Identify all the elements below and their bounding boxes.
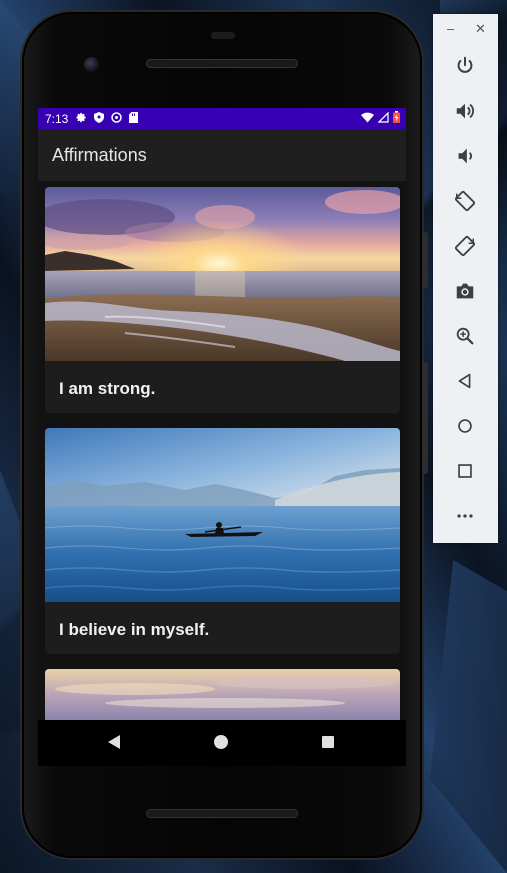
device-screen: 7:13 Affirmations I am strong. I believe…	[38, 108, 406, 720]
affirmation-text: I am strong.	[59, 379, 156, 398]
affirmation-card[interactable]: I am strong.	[45, 187, 400, 413]
navigation-bar	[38, 720, 406, 766]
cell-signal-icon	[377, 110, 389, 126]
status-icons-right	[361, 110, 400, 126]
affirmation-text: I believe in myself.	[59, 620, 210, 639]
wifi-icon	[361, 112, 374, 126]
front-camera	[84, 57, 99, 72]
volume-down-icon[interactable]	[449, 140, 481, 172]
zoom-icon[interactable]	[449, 320, 481, 352]
rotate-left-icon[interactable]	[449, 185, 481, 217]
back-icon[interactable]	[449, 365, 481, 397]
home-icon[interactable]	[449, 410, 481, 442]
sensor-slot	[211, 32, 235, 39]
lake-kayak-image	[45, 428, 400, 602]
earpiece-speaker	[146, 59, 298, 68]
at-sign-icon	[111, 111, 123, 126]
affirmation-card[interactable]	[45, 669, 400, 720]
affirmation-card[interactable]: I believe in myself.	[45, 428, 400, 654]
rotate-right-icon[interactable]	[449, 230, 481, 262]
power-side-button	[422, 232, 428, 288]
recents-icon[interactable]	[322, 736, 334, 748]
home-icon[interactable]	[214, 735, 228, 749]
sd-card-icon	[129, 111, 139, 126]
bottom-speaker	[146, 809, 298, 818]
minimize-icon[interactable]: –	[447, 22, 454, 35]
power-icon[interactable]	[449, 50, 481, 82]
cloudy-sky-image	[45, 669, 400, 720]
sunset-beach-image	[45, 187, 400, 361]
battery-icon	[393, 111, 400, 126]
close-icon[interactable]: ✕	[475, 22, 486, 35]
background-shard	[430, 560, 507, 873]
volume-side-button	[422, 362, 428, 474]
status-time: 7:13	[45, 111, 69, 126]
app-title: Affirmations	[52, 145, 147, 165]
status-bar: 7:13	[38, 108, 406, 129]
emulator-toolbar: – ✕	[433, 14, 498, 543]
settings-icon	[76, 112, 87, 126]
affirmations-list[interactable]: I am strong. I believe in myself.	[38, 181, 406, 720]
shield-icon	[94, 111, 105, 126]
camera-icon[interactable]	[449, 275, 481, 307]
app-bar: Affirmations	[38, 129, 406, 181]
volume-up-icon[interactable]	[449, 95, 481, 127]
overview-icon[interactable]	[449, 455, 481, 487]
back-icon[interactable]	[108, 735, 120, 749]
more-icon[interactable]	[449, 500, 481, 532]
